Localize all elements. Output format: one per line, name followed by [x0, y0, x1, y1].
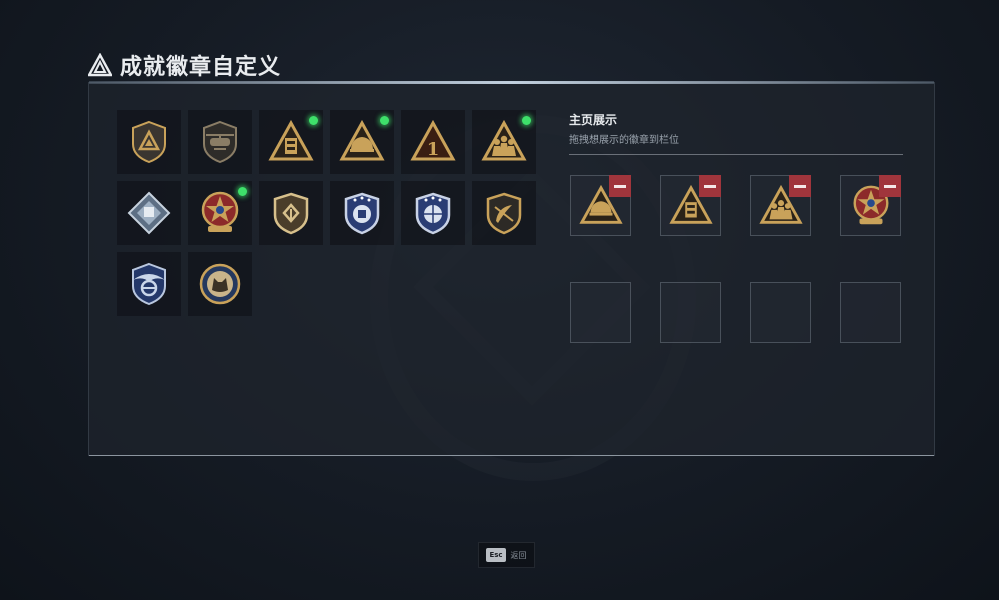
blue-shield-badge-icon [344, 192, 380, 235]
showcase-slot-3[interactable] [750, 175, 811, 236]
gold-shield-badge[interactable] [259, 181, 323, 245]
showcase-slot-6[interactable] [660, 282, 721, 343]
blue-shield-badge[interactable] [330, 181, 394, 245]
shield-triangle-badge[interactable] [117, 110, 181, 174]
panel-top-divider [89, 81, 934, 84]
showcase-slot-4[interactable] [840, 175, 901, 236]
minus-icon [704, 184, 716, 188]
gold-triangle-number-badge[interactable]: 1 [401, 110, 465, 174]
svg-text:1: 1 [427, 139, 440, 160]
silver-diamond-badge-icon [127, 191, 171, 235]
remove-badge-button[interactable] [699, 175, 721, 197]
showcase-divider [569, 154, 903, 155]
blue-wing-badge[interactable] [117, 252, 181, 316]
dark-shield-emblem-badge-icon [486, 192, 522, 235]
shield-triangle-badge-icon [132, 120, 166, 164]
gold-triangle-helmet-badge[interactable] [330, 110, 394, 174]
triangle-a-logo [88, 53, 112, 77]
showcase-header: 主页展示 拖拽想展示的徽章到栏位 [569, 111, 903, 155]
panel-bottom-divider [89, 455, 934, 456]
back-button[interactable]: Esc 返回 [478, 542, 535, 568]
blue-shield-globe-badge-icon [415, 192, 451, 235]
helicopter-shield-badge[interactable] [188, 110, 252, 174]
badge-collection-grid: 1 [117, 110, 536, 316]
silver-diamond-badge[interactable] [117, 181, 181, 245]
minus-icon [614, 184, 626, 188]
helicopter-shield-badge-icon [203, 120, 237, 164]
esc-key-icon: Esc [486, 548, 506, 562]
gold-triangle-helmet-badge-icon [339, 119, 385, 161]
minus-icon [884, 184, 896, 188]
blue-wing-badge-icon [132, 262, 166, 306]
star-medal-badge[interactable] [188, 181, 252, 245]
minus-icon [794, 184, 806, 188]
round-wolf-badge-icon [199, 263, 241, 305]
star-medal-badge-icon [201, 191, 239, 232]
back-label: 返回 [510, 550, 527, 560]
new-indicator-dot [309, 116, 318, 125]
gold-triangle-tower-badge-icon [268, 119, 314, 161]
showcase-title: 主页展示 [569, 113, 618, 127]
gold-shield-badge-icon [273, 192, 309, 235]
dark-shield-emblem-badge[interactable] [472, 181, 536, 245]
showcase-slot-7[interactable] [750, 282, 811, 343]
gold-triangle-squad-badge-icon [481, 119, 527, 161]
showcase-slot-2[interactable] [660, 175, 721, 236]
showcase-slot-8[interactable] [840, 282, 901, 343]
badge-customize-panel: 1 主页展示 拖拽想展示的徽章到栏位 [88, 81, 935, 456]
new-indicator-dot [238, 187, 247, 196]
gold-triangle-number-badge-icon: 1 [410, 119, 456, 161]
new-indicator-dot [380, 116, 389, 125]
gold-triangle-tower-badge[interactable] [259, 110, 323, 174]
remove-badge-button[interactable] [789, 175, 811, 197]
remove-badge-button[interactable] [879, 175, 901, 197]
round-wolf-badge[interactable] [188, 252, 252, 316]
page-title: 成就徽章自定义 [120, 55, 282, 80]
showcase-slot-1[interactable] [570, 175, 631, 236]
showcase-subtitle: 拖拽想展示的徽章到栏位 [569, 135, 679, 146]
new-indicator-dot [522, 116, 531, 125]
showcase-slot-5[interactable] [570, 282, 631, 343]
blue-shield-globe-badge[interactable] [401, 181, 465, 245]
page-header: 成就徽章自定义 [88, 50, 281, 80]
gold-triangle-squad-badge[interactable] [472, 110, 536, 174]
showcase-slot-grid [570, 175, 901, 343]
remove-badge-button[interactable] [609, 175, 631, 197]
